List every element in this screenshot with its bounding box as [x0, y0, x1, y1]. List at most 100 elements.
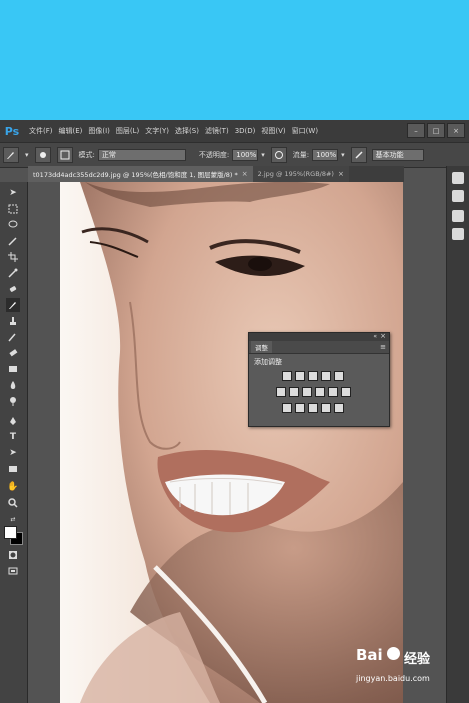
move-tool-icon[interactable]: ➤ [6, 186, 20, 200]
menu-window[interactable]: 窗口(W) [292, 126, 318, 136]
photoshop-window: Ps 文件(F) 编辑(E) 图像(I) 图层(L) 文字(Y) 选择(S) 滤… [0, 120, 469, 703]
ps-logo: Ps [4, 124, 20, 138]
brush-panel-icon[interactable] [56, 147, 73, 163]
photo-filter-icon[interactable] [315, 387, 325, 397]
dodge-tool-icon[interactable] [6, 394, 20, 408]
menu-layer[interactable]: 图层(L) [116, 126, 139, 136]
tab-document-2-close-icon[interactable]: × [338, 170, 344, 178]
invert-icon[interactable] [282, 403, 292, 413]
tab-document-1-close-icon[interactable]: × [242, 170, 248, 178]
foreground-color-swatch[interactable] [4, 526, 17, 539]
screen-mode-icon[interactable] [6, 564, 20, 578]
properties-panel-icon[interactable] [452, 190, 464, 202]
menu-edit[interactable]: 编辑(E) [59, 126, 83, 136]
baidu-jingyan-watermark: Bai 经验 jingyan.baidu.com [356, 644, 448, 692]
opacity-caret[interactable]: ▾ [261, 151, 265, 159]
close-button[interactable]: × [447, 123, 465, 138]
brightness-contrast-icon[interactable] [282, 371, 292, 381]
document-canvas[interactable] [60, 182, 403, 703]
flow-input[interactable]: 100% [312, 149, 339, 161]
adjustments-panel-titlebar[interactable]: « × [249, 332, 389, 341]
tab-document-2[interactable]: 2.jpg @ 195%(RGB/8#) × [252, 166, 349, 182]
curves-icon[interactable] [308, 371, 318, 381]
hue-saturation-icon[interactable] [276, 387, 286, 397]
panel-collapse-icon[interactable]: « [373, 333, 377, 340]
pressure-opacity-icon[interactable] [270, 147, 287, 163]
vibrance-icon[interactable] [334, 371, 344, 381]
brush-size-icon[interactable] [34, 147, 51, 163]
workspace-select[interactable]: 基本功能 [371, 149, 424, 161]
color-lookup-icon[interactable] [341, 387, 351, 397]
blur-tool-icon[interactable] [6, 378, 20, 392]
selective-color-icon[interactable] [334, 403, 344, 413]
baidu-paw-icon [387, 647, 400, 660]
maximize-button[interactable]: □ [427, 123, 445, 138]
tab-document-2-label: 2.jpg @ 195%(RGB/8#) [257, 170, 334, 178]
mode-select[interactable]: 正常 [97, 149, 186, 161]
eyedropper-tool-icon[interactable] [6, 266, 20, 280]
panel-menu-icon[interactable]: ≡ [380, 343, 386, 351]
layers-panel-icon[interactable] [452, 210, 464, 222]
right-dock [446, 166, 469, 703]
opacity-input[interactable]: 100% [232, 149, 259, 161]
opacity-label: 不透明度: [198, 151, 230, 159]
brush-dropdown-caret[interactable]: ▾ [25, 151, 29, 159]
airbrush-icon[interactable] [350, 147, 367, 163]
menu-image[interactable]: 图像(I) [88, 126, 110, 136]
channel-mixer-icon[interactable] [328, 387, 338, 397]
zoom-tool-icon[interactable] [6, 496, 20, 510]
menu-file[interactable]: 文件(F) [29, 126, 53, 136]
gradient-tool-icon[interactable] [6, 362, 20, 376]
crop-tool-icon[interactable] [6, 250, 20, 264]
tab-adjustments[interactable]: 调整 [251, 341, 272, 353]
menu-type[interactable]: 文字(Y) [145, 126, 169, 136]
levels-icon[interactable] [295, 371, 305, 381]
panel-close-icon[interactable]: × [380, 332, 386, 340]
path-selection-tool-icon[interactable]: ➤ [6, 446, 20, 460]
healing-brush-tool-icon[interactable] [6, 282, 20, 296]
history-brush-tool-icon[interactable] [6, 330, 20, 344]
pen-tool-icon[interactable] [6, 414, 20, 428]
eraser-tool-icon[interactable] [6, 346, 20, 360]
tab-document-1[interactable]: t0173dd4adc355dc2d9.jpg @ 195%(色相/饱和度 1,… [28, 166, 253, 182]
quick-mask-icon[interactable] [6, 548, 20, 562]
exposure-icon[interactable] [321, 371, 331, 381]
window-controls: – □ × [407, 123, 465, 138]
tools-panel: ➤ T ➤ ✋ ⇄ [0, 182, 28, 703]
brush-tool-icon[interactable] [3, 147, 19, 163]
marquee-tool-icon[interactable] [6, 202, 20, 216]
lasso-tool-icon[interactable] [6, 218, 20, 232]
hand-tool-icon[interactable]: ✋ [6, 480, 20, 494]
minimize-button[interactable]: – [407, 123, 425, 138]
adjustments-panel: « × 调整 ≡ 添加调整 [248, 332, 390, 427]
rectangle-tool-icon[interactable] [6, 462, 20, 476]
quick-selection-tool-icon[interactable] [6, 234, 20, 248]
adjustments-row-2 [276, 387, 389, 397]
color-balance-icon[interactable] [289, 387, 299, 397]
flow-label: 流量: [292, 151, 310, 159]
clone-stamp-tool-icon[interactable] [6, 314, 20, 328]
menu-view[interactable]: 视图(V) [261, 126, 285, 136]
document-tab-bar: t0173dd4adc355dc2d9.jpg @ 195%(色相/饱和度 1,… [28, 166, 404, 182]
tab-document-1-label: t0173dd4adc355dc2d9.jpg @ 195%(色相/饱和度 1,… [33, 171, 238, 179]
black-white-icon[interactable] [302, 387, 312, 397]
brush-tool-icon-active[interactable] [6, 298, 20, 312]
adjustments-panel-tabs: 调整 ≡ [249, 341, 389, 354]
flow-caret[interactable]: ▾ [341, 151, 345, 159]
adjustments-panel-title: 添加调整 [254, 358, 282, 366]
swap-colors-icon[interactable]: ⇄ [6, 512, 20, 526]
type-tool-icon[interactable]: T [6, 430, 20, 444]
channels-panel-icon[interactable] [452, 228, 464, 240]
menu-filter[interactable]: 滤镜(T) [205, 126, 229, 136]
watermark-url: jingyan.baidu.com [356, 674, 430, 683]
history-panel-icon[interactable] [452, 172, 464, 184]
menu-3d[interactable]: 3D(D) [235, 127, 256, 135]
watermark-brand-2: 经验 [404, 652, 431, 667]
menu-bar: Ps 文件(F) 编辑(E) 图像(I) 图层(L) 文字(Y) 选择(S) 滤… [0, 120, 469, 142]
watermark-brand: Bai [356, 646, 383, 664]
threshold-icon[interactable] [308, 403, 318, 413]
posterize-icon[interactable] [295, 403, 305, 413]
mode-label: 模式: [78, 151, 95, 159]
menu-select[interactable]: 选择(S) [175, 126, 199, 136]
gradient-map-icon[interactable] [321, 403, 331, 413]
